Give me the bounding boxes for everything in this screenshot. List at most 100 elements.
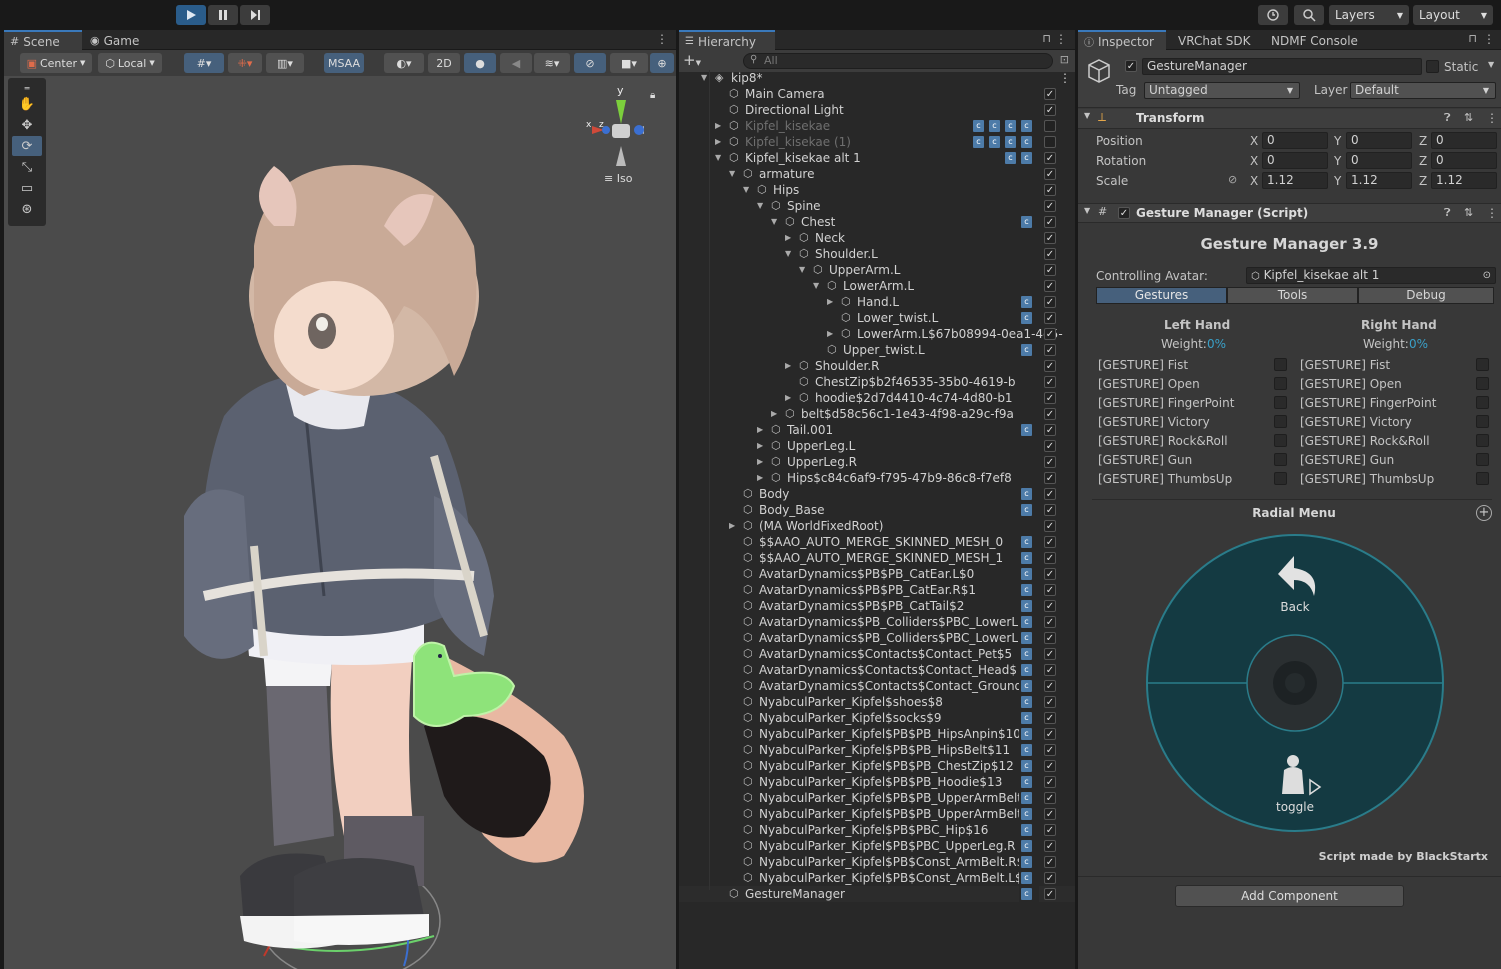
collapsed-arrow-icon[interactable]: ▶ — [757, 422, 763, 438]
help-icon[interactable]: ❓︎ — [1444, 111, 1451, 125]
active-toggle-checkbox[interactable] — [1044, 456, 1056, 468]
right-gesture-checkbox[interactable] — [1476, 396, 1489, 409]
hierarchy-row[interactable]: ▶ ⬡ Shoulder.R — [679, 358, 1075, 374]
lock-icon[interactable]: 🔒︎ — [650, 90, 655, 101]
active-toggle-checkbox[interactable] — [1044, 584, 1056, 596]
active-toggle-checkbox[interactable] — [1044, 424, 1056, 436]
help-icon[interactable]: ❓︎ — [1444, 206, 1451, 220]
hierarchy-row[interactable]: ▶ ⬡ Tail.001 c — [679, 422, 1075, 438]
active-toggle-checkbox[interactable] — [1044, 744, 1056, 756]
active-toggle-checkbox[interactable] — [1044, 776, 1056, 788]
right-gesture-checkbox[interactable] — [1476, 415, 1489, 428]
hierarchy-row[interactable]: ⬡ NyabculParker_Kipfel$PB$Const_ArmBelt.R… — [679, 854, 1075, 870]
collapsed-arrow-icon[interactable]: ▶ — [771, 406, 777, 422]
constrain-proportions-icon[interactable]: ⊘ — [1228, 173, 1237, 186]
hierarchy-row[interactable]: ⬡ NyabculParker_Kipfel$PB$PBC_Hip$16 c — [679, 822, 1075, 838]
expanded-arrow-icon[interactable]: ▼ — [729, 166, 735, 182]
hierarchy-row[interactable]: ▶ ⬡ Kipfel_kisekae (1) c c c c — [679, 134, 1075, 150]
left-gesture-checkbox[interactable] — [1274, 472, 1287, 485]
snap-increment-button[interactable]: ⁜▾ — [228, 53, 262, 73]
layers-dropdown[interactable]: Layers ▼ — [1329, 5, 1409, 25]
hierarchy-row[interactable]: ⬡ NyabculParker_Kipfel$PB$PB_HipsAnpin$10… — [679, 726, 1075, 742]
hierarchy-row[interactable]: ▼ ⬡ LowerArm.L — [679, 278, 1075, 294]
hierarchy-row[interactable]: ⬡ NyabculParker_Kipfel$shoes$8 c — [679, 694, 1075, 710]
active-toggle-checkbox[interactable] — [1044, 296, 1056, 308]
tab-game[interactable]: ◉ Game — [84, 30, 145, 51]
hierarchy-row[interactable]: ⬡ Lower_twist.L c — [679, 310, 1075, 326]
active-toggle-checkbox[interactable] — [1044, 616, 1056, 628]
expanded-arrow-icon[interactable]: ▼ — [813, 278, 819, 294]
collapsed-arrow-icon[interactable]: ▶ — [757, 454, 763, 470]
hierarchy-row[interactable]: ▶ ⬡ UpperLeg.R — [679, 454, 1075, 470]
hierarchy-row[interactable]: ⬡ AvatarDynamics$Contacts$Contact_Pet$5 c — [679, 646, 1075, 662]
lock-icon[interactable]: ⊓ — [1468, 32, 1477, 45]
msaa-button[interactable]: MSAA — [324, 53, 364, 73]
active-toggle-checkbox[interactable] — [1044, 760, 1056, 772]
active-toggle-checkbox[interactable] — [1044, 376, 1056, 388]
hierarchy-row[interactable]: ⬡ AvatarDynamics$PB$PB_CatEar.R$1 c — [679, 582, 1075, 598]
transform-y-field[interactable]: 0 — [1346, 132, 1412, 149]
move-tool-icon[interactable]: ✥ — [12, 115, 42, 135]
hierarchy-row[interactable]: ▶ ⬡ belt$d58c56c1-1e43-4f98-a29c-f9a — [679, 406, 1075, 422]
expanded-arrow-icon[interactable]: ▼ — [799, 262, 805, 278]
active-toggle-checkbox[interactable] — [1044, 88, 1056, 100]
grid-visibility-button[interactable]: ▥▾ — [266, 53, 304, 73]
collapsed-arrow-icon[interactable]: ▶ — [757, 470, 763, 486]
expanded-arrow-icon[interactable]: ▼ — [771, 214, 777, 230]
tag-dropdown[interactable]: Untagged ▼ — [1144, 82, 1300, 99]
hierarchy-row[interactable]: ⬡ NyabculParker_Kipfel$PB$PB_Hoodie$13 c — [679, 774, 1075, 790]
hierarchy-row[interactable]: ⬡ AvatarDynamics$PB$PB_CatEar.L$0 c — [679, 566, 1075, 582]
hierarchy-row[interactable]: ⬡ $$AAO_AUTO_MERGE_SKINNED_MESH_1 c — [679, 550, 1075, 566]
active-toggle-checkbox[interactable] — [1044, 552, 1056, 564]
scene-viewport[interactable]: ═ ✋ ✥ ⟳ ⤡ ▭ ⊛ y x z 🔒︎ ≡ Iso — [4, 76, 676, 969]
transform-header[interactable]: ▼ ⟂ Transform ❓︎ ⇅ ⋮ — [1078, 109, 1501, 129]
left-gesture-checkbox[interactable] — [1274, 453, 1287, 466]
active-toggle-checkbox[interactable] — [1044, 440, 1056, 452]
active-toggle-checkbox[interactable] — [1044, 856, 1056, 868]
collapsed-arrow-icon[interactable]: ▶ — [827, 326, 833, 342]
active-toggle-checkbox[interactable] — [1044, 184, 1056, 196]
hierarchy-row[interactable]: ⬡ Directional Light — [679, 102, 1075, 118]
tab-scene[interactable]: # Scene — [4, 30, 82, 51]
right-gesture-checkbox[interactable] — [1476, 377, 1489, 390]
tab-hierarchy[interactable]: ☰ Hierarchy — [679, 30, 775, 51]
right-gesture-checkbox[interactable] — [1476, 434, 1489, 447]
scale-tool-icon[interactable]: ⤡ — [12, 157, 42, 177]
lock-icon[interactable]: ⊓ — [1042, 32, 1051, 45]
active-toggle-checkbox[interactable] — [1044, 200, 1056, 212]
controlling-avatar-field[interactable]: ⬡ Kipfel_kisekae alt 1 ⊙ — [1246, 267, 1496, 284]
transform-x-field[interactable]: 0 — [1262, 132, 1328, 149]
active-toggle-checkbox[interactable] — [1044, 840, 1056, 852]
hierarchy-row[interactable]: ▶ ⬡ Hand.L c — [679, 294, 1075, 310]
more-options-icon[interactable]: ⋮ — [1059, 70, 1071, 86]
transform-tool-icon[interactable]: ⊛ — [12, 199, 42, 219]
collapsed-arrow-icon[interactable]: ▶ — [785, 230, 791, 246]
active-toggle-checkbox[interactable] — [1044, 824, 1056, 836]
tab-inspector[interactable]: ⓘ Inspector — [1078, 30, 1166, 51]
pivot-dropdown[interactable]: ▣ Center ▼ — [20, 53, 92, 73]
hierarchy-row[interactable]: ⬡ NyabculParker_Kipfel$PB$Const_ArmBelt.L… — [679, 870, 1075, 886]
pause-button[interactable] — [208, 5, 238, 25]
active-toggle-checkbox[interactable] — [1044, 712, 1056, 724]
active-toggle-checkbox[interactable] — [1044, 120, 1056, 132]
active-toggle-checkbox[interactable] — [1044, 392, 1056, 404]
right-gesture-checkbox[interactable] — [1476, 472, 1489, 485]
hierarchy-row[interactable]: ⬡ AvatarDynamics$PB$PB_CatTail$2 c — [679, 598, 1075, 614]
transform-x-field[interactable]: 1.12 — [1262, 172, 1328, 189]
collapsed-arrow-icon[interactable]: ▶ — [715, 118, 721, 134]
more-options-icon[interactable]: ⋮ — [656, 32, 668, 46]
layout-dropdown[interactable]: Layout ▼ — [1413, 5, 1493, 25]
audio-toggle[interactable]: ◀ — [500, 53, 532, 73]
rotate-tool-icon[interactable]: ⟳ — [12, 136, 42, 156]
orientation-gizmo[interactable] — [584, 86, 654, 186]
space-dropdown[interactable]: ⬡ Local ▼ — [98, 53, 162, 73]
collapsed-arrow-icon[interactable]: ▶ — [827, 294, 833, 310]
active-toggle-checkbox[interactable] — [1044, 104, 1056, 116]
hierarchy-row[interactable]: ▼ ⬡ Spine — [679, 198, 1075, 214]
active-toggle-checkbox[interactable] — [1044, 488, 1056, 500]
collapsed-arrow-icon[interactable]: ▶ — [729, 518, 735, 534]
play-button[interactable] — [176, 5, 206, 25]
transform-z-field[interactable]: 0 — [1431, 152, 1497, 169]
active-toggle-checkbox[interactable] — [1044, 664, 1056, 676]
active-checkbox[interactable] — [1125, 60, 1137, 72]
